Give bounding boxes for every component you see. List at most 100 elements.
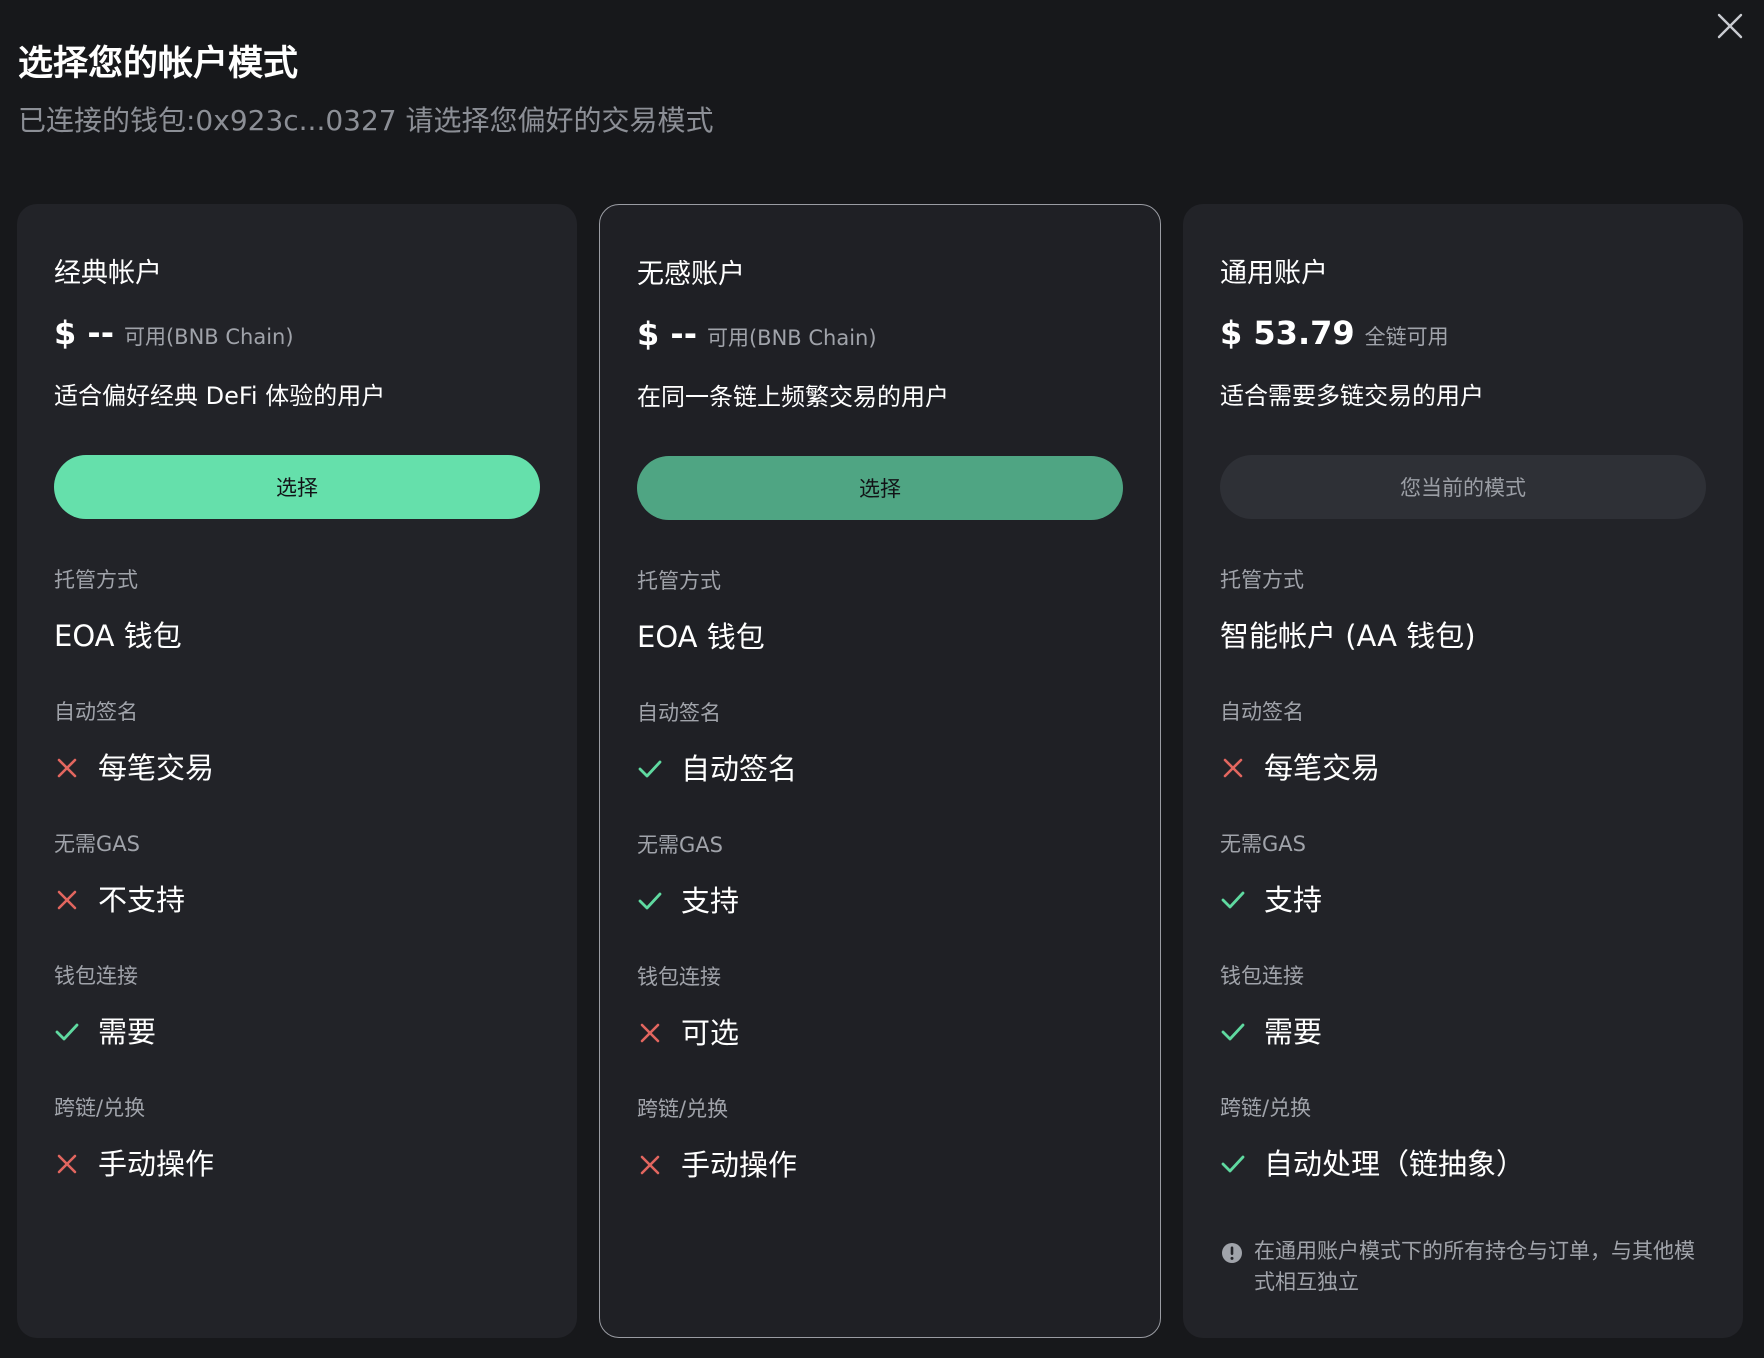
select-classic-button[interactable]: 选择 [54,455,540,519]
feature-value: EOA 钱包 [637,616,1123,658]
page-subtitle: 已连接的钱包:0x923c...0327 请选择您偏好的交易模式 [18,104,714,137]
feature-value: EOA 钱包 [54,615,540,657]
feature-label: 无需GAS [54,832,140,856]
feature-value-text: 自动签名 [681,752,798,786]
feature-no-gas: 无需GAS 不支持 [54,829,540,921]
card-seamless-account[interactable]: 无感账户 $ -- 可用(BNB Chain) 在同一条链上频繁交易的用户 选择… [599,204,1161,1338]
feature-value-text: 智能帐户 (AA 钱包) [1220,619,1476,653]
feature-label: 托管方式 [54,568,138,592]
feature-value: 每笔交易 [54,747,540,789]
card-title: 经典帐户 [54,258,162,289]
check-icon [637,756,663,782]
close-icon [1717,13,1743,39]
feature-auto-sign: 自动签名 每笔交易 [54,697,540,789]
info-icon [1222,1243,1242,1263]
feature-value-text: 不支持 [98,883,186,917]
balance-amount: $ -- [54,314,114,352]
cross-icon [1220,755,1246,781]
feature-custody: 托管方式 EOA 钱包 [54,565,540,657]
balance-note: 可用(BNB Chain) [706,326,877,350]
card-description: 在同一条链上频繁交易的用户 [637,383,949,411]
feature-custody: 托管方式 EOA 钱包 [637,566,1123,658]
close-button[interactable] [1712,8,1748,44]
feature-value: 不支持 [54,879,540,921]
feature-label: 自动签名 [637,701,721,725]
feature-cross-chain: 跨链/兑换 自动处理（链抽象） [1220,1093,1706,1185]
feature-wallet-connect: 钱包连接 需要 [1220,961,1706,1053]
feature-value-text: 可选 [681,1016,740,1050]
feature-label: 钱包连接 [1220,964,1304,988]
feature-custody: 托管方式 智能帐户 (AA 钱包) [1220,565,1706,657]
feature-label: 跨链/兑换 [54,1096,146,1120]
feature-wallet-connect: 钱包连接 可选 [637,962,1123,1054]
check-icon [1220,1151,1246,1177]
card-title: 通用账户 [1220,258,1328,289]
feature-value-text: 每笔交易 [98,751,215,785]
feature-value-text: 自动处理（链抽象） [1264,1147,1526,1181]
feature-value-text: 需要 [1264,1015,1323,1049]
feature-label: 钱包连接 [54,964,138,988]
cross-icon [637,1152,663,1178]
feature-label: 托管方式 [1220,568,1304,592]
balance-row: $ 53.79 全链可用 [1220,314,1706,358]
check-icon [637,888,663,914]
balance-note: 可用(BNB Chain) [123,325,294,349]
card-description: 适合需要多链交易的用户 [1220,382,1484,410]
current-mode-button: 您当前的模式 [1220,455,1706,519]
feature-value-text: 需要 [98,1015,157,1049]
dialog-header: 选择您的帐户模式 已连接的钱包:0x923c...0327 请选择您偏好的交易模… [18,38,1684,146]
balance-row: $ -- 可用(BNB Chain) [54,314,540,358]
feature-value-text: EOA 钱包 [637,620,765,654]
check-icon [54,1019,80,1045]
cross-icon [54,755,80,781]
feature-value: 需要 [54,1011,540,1053]
feature-value: 自动签名 [637,748,1123,790]
feature-cross-chain: 跨链/兑换 手动操作 [637,1094,1123,1186]
feature-value: 智能帐户 (AA 钱包) [1220,615,1706,657]
feature-value-text: 每笔交易 [1264,751,1381,785]
feature-label: 自动签名 [54,700,138,724]
balance-row: $ -- 可用(BNB Chain) [637,315,1123,359]
balance-note: 全链可用 [1364,325,1449,349]
balance-amount: $ 53.79 [1220,314,1355,352]
feature-value: 自动处理（链抽象） [1220,1143,1706,1185]
balance-amount: $ -- [637,315,697,353]
feature-label: 跨链/兑换 [637,1097,729,1121]
card-classic-account[interactable]: 经典帐户 $ -- 可用(BNB Chain) 适合偏好经典 DeFi 体验的用… [17,204,577,1338]
card-title: 无感账户 [637,259,745,290]
feature-value-text: EOA 钱包 [54,619,182,653]
feature-label: 无需GAS [1220,832,1306,856]
feature-value: 可选 [637,1012,1123,1054]
cross-icon [54,1151,80,1177]
feature-no-gas: 无需GAS 支持 [637,830,1123,922]
info-note: 在通用账户模式下的所有持仓与订单，与其他模式相互独立 [1220,1236,1713,1298]
check-icon [1220,887,1246,913]
feature-value: 手动操作 [54,1143,540,1185]
feature-value: 支持 [637,880,1123,922]
feature-auto-sign: 自动签名 自动签名 [637,698,1123,790]
card-universal-account[interactable]: 通用账户 $ 53.79 全链可用 适合需要多链交易的用户 您当前的模式 托管方… [1183,204,1743,1338]
feature-label: 托管方式 [637,569,721,593]
feature-value: 每笔交易 [1220,747,1706,789]
feature-label: 钱包连接 [637,965,721,989]
feature-no-gas: 无需GAS 支持 [1220,829,1706,921]
feature-value-text: 手动操作 [98,1147,215,1181]
check-icon [1220,1019,1246,1045]
info-note-text: 在通用账户模式下的所有持仓与订单，与其他模式相互独立 [1254,1239,1695,1294]
cross-icon [637,1020,663,1046]
feature-value: 支持 [1220,879,1706,921]
account-mode-cards: 经典帐户 $ -- 可用(BNB Chain) 适合偏好经典 DeFi 体验的用… [17,204,1743,1338]
select-seamless-button[interactable]: 选择 [637,456,1123,520]
feature-label: 跨链/兑换 [1220,1096,1312,1120]
feature-label: 无需GAS [637,833,723,857]
feature-value-text: 手动操作 [681,1148,798,1182]
feature-value: 手动操作 [637,1144,1123,1186]
cross-icon [54,887,80,913]
card-description: 适合偏好经典 DeFi 体验的用户 [54,382,386,410]
feature-cross-chain: 跨链/兑换 手动操作 [54,1093,540,1185]
feature-value: 需要 [1220,1011,1706,1053]
feature-value-text: 支持 [681,884,740,918]
feature-wallet-connect: 钱包连接 需要 [54,961,540,1053]
page-title: 选择您的帐户模式 [18,44,299,84]
feature-label: 自动签名 [1220,700,1304,724]
